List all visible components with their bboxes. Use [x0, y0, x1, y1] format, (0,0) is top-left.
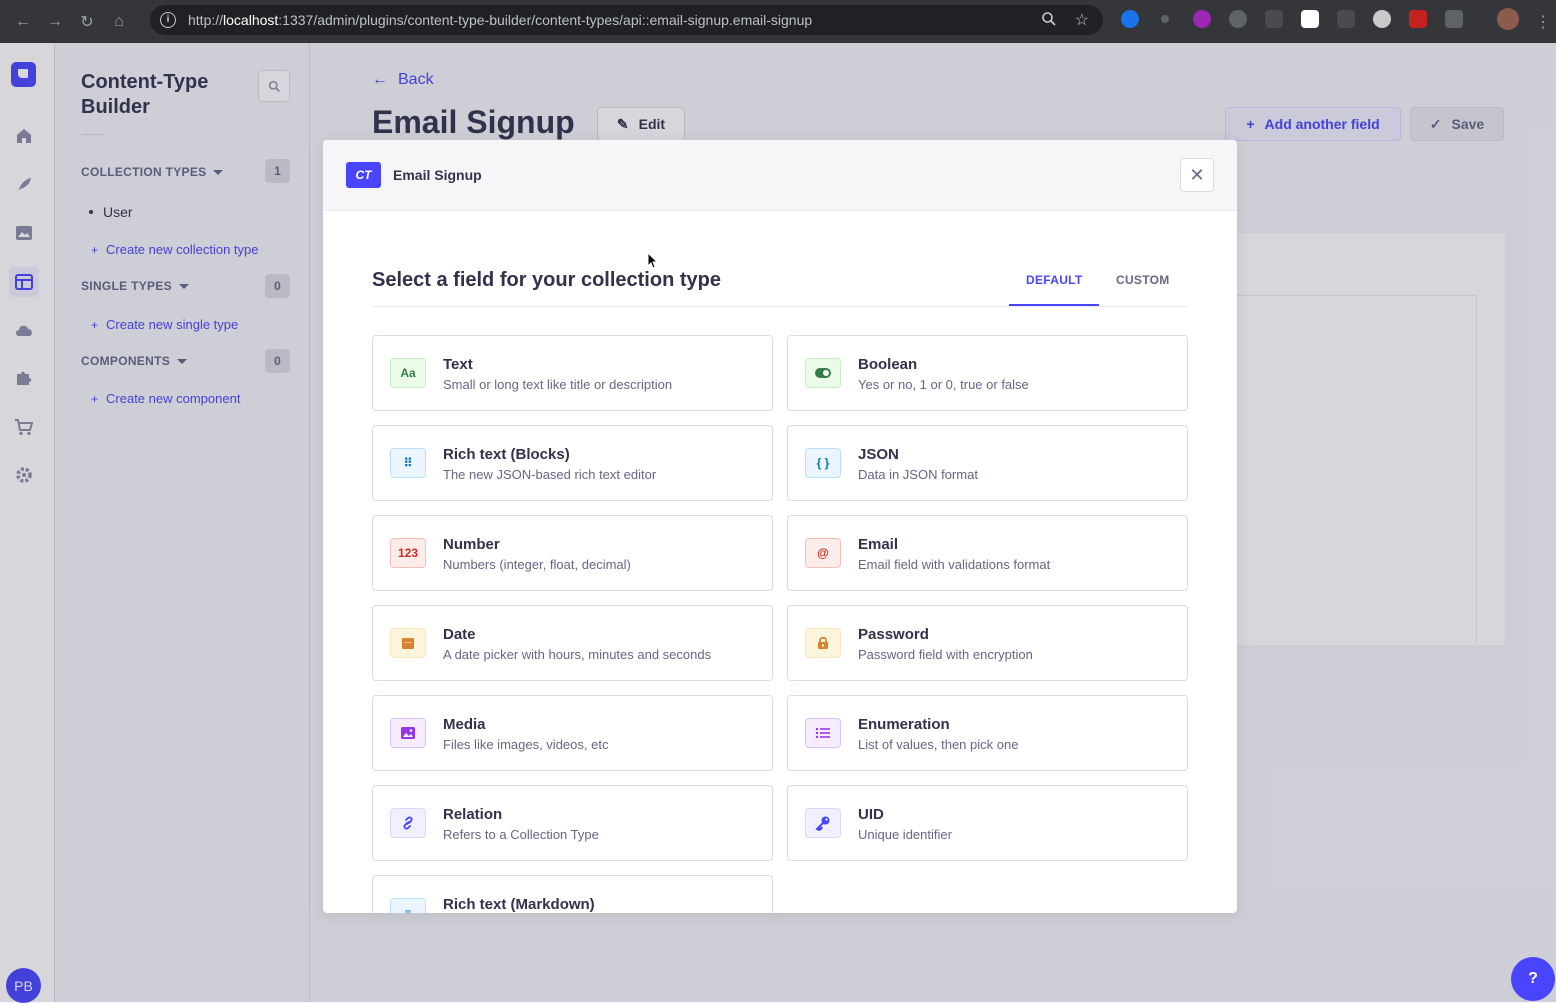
field-card-text[interactable]: Aa Text Small or long text like title or d… — [372, 335, 773, 411]
browser-toolbar: ← → ↻ ⌂ i http://localhost:1337/admin/pl… — [0, 0, 1556, 43]
field-card-title: Date — [443, 626, 476, 643]
at-icon: @ — [805, 538, 841, 568]
field-card-description: The new JSON-based rich text editor — [443, 467, 657, 482]
field-card-json[interactable]: { } JSON Data in JSON format — [787, 425, 1188, 501]
modal-content-type-name: Email Signup — [393, 167, 482, 183]
markdown-icon: ≡ — [390, 898, 426, 913]
blocks-icon: ⠿ — [390, 448, 426, 478]
field-card-description: List of values, then pick one — [858, 737, 1019, 752]
field-card-enumeration[interactable]: Enumeration List of values, then pick one — [787, 695, 1188, 771]
field-card-title: Number — [443, 536, 500, 553]
field-card-rich-text-markdown[interactable]: ≡ Rich text (Markdown) — [372, 875, 773, 913]
field-card-title: Relation — [443, 806, 503, 823]
profile-avatar[interactable] — [1497, 8, 1519, 30]
field-card-title: Password — [858, 626, 929, 643]
notion-icon[interactable] — [1301, 10, 1319, 28]
home-icon[interactable]: ⌂ — [106, 9, 132, 35]
number-icon: 123 — [390, 538, 426, 568]
reload-icon[interactable]: ↻ — [74, 9, 100, 35]
extension-icon[interactable] — [1121, 10, 1139, 28]
link-icon — [390, 808, 426, 838]
json-icon: { } — [805, 448, 841, 478]
bookmark-star-icon[interactable]: ☆ — [1075, 10, 1089, 30]
tab-default[interactable]: DEFAULT — [1026, 273, 1083, 287]
field-card-number[interactable]: 123 Number Numbers (integer, float, decima… — [372, 515, 773, 591]
field-card-date[interactable]: Date A date picker with hours, minutes an… — [372, 605, 773, 681]
extension-icon[interactable] — [1229, 10, 1247, 28]
extension-icon[interactable] — [1409, 10, 1427, 28]
field-card-title: JSON — [858, 446, 899, 463]
extension-icon[interactable] — [1161, 15, 1169, 23]
key-icon — [805, 808, 841, 838]
select-field-modal: CT Email Signup ✕ Select a field for you… — [323, 140, 1237, 913]
field-card-email[interactable]: @ Email Email field with validations forma… — [787, 515, 1188, 591]
field-card-title: UID — [858, 806, 884, 823]
tabs-divider — [372, 306, 1188, 307]
field-card-boolean[interactable]: Boolean Yes or no, 1 or 0, true or false — [787, 335, 1188, 411]
field-card-title: Rich text (Blocks) — [443, 446, 570, 463]
field-card-title: Boolean — [858, 356, 918, 373]
extension-icon[interactable] — [1265, 10, 1283, 28]
field-card-description: A date picker with hours, minutes and se… — [443, 647, 712, 662]
content-type-badge: CT — [346, 162, 381, 188]
site-info-icon[interactable]: i — [160, 12, 176, 28]
close-icon: ✕ — [1189, 164, 1205, 185]
field-card-title: Media — [443, 716, 486, 733]
back-arrow-icon[interactable]: ← — [10, 9, 36, 35]
extension-icon[interactable] — [1193, 10, 1211, 28]
help-button[interactable]: ? — [1511, 957, 1555, 1001]
field-card-description: Refers to a Collection Type — [443, 827, 599, 842]
field-card-description: Email field with validations format — [858, 557, 1051, 572]
field-card-rich-text-blocks[interactable]: ⠿ Rich text (Blocks) The new JSON-based ri… — [372, 425, 773, 501]
zoom-icon[interactable] — [1041, 11, 1057, 30]
field-card-description: Small or long text like title or descrip… — [443, 377, 673, 392]
modal-header: CT Email Signup ✕ — [323, 140, 1237, 211]
active-tab-indicator — [1009, 304, 1099, 306]
url-text[interactable]: http://localhost:1337/admin/plugins/cont… — [188, 12, 812, 28]
field-card-description: Password field with encryption — [858, 647, 1033, 662]
question-icon: ? — [1528, 970, 1538, 987]
field-card-password[interactable]: Password Password field with encryption — [787, 605, 1188, 681]
forward-arrow-icon[interactable]: → — [42, 9, 68, 35]
field-card-title: Rich text (Markdown) — [443, 896, 595, 913]
field-card-relation[interactable]: Relation Refers to a Collection Type — [372, 785, 773, 861]
field-card-description: Yes or no, 1 or 0, true or false — [858, 377, 1029, 392]
menu-icon[interactable]: ⋮ — [1530, 9, 1556, 35]
text-icon: Aa — [390, 358, 426, 388]
extension-icon[interactable] — [1337, 10, 1355, 28]
tab-custom[interactable]: CUSTOM — [1116, 273, 1170, 287]
field-card-description: Data in JSON format — [858, 467, 978, 482]
field-card-title: Email — [858, 536, 899, 553]
modal-title: Select a field for your collection type — [372, 269, 721, 291]
close-button[interactable]: ✕ — [1180, 158, 1214, 192]
image-icon — [390, 718, 426, 748]
field-card-title: Text — [443, 356, 473, 373]
list-icon — [805, 718, 841, 748]
field-card-media[interactable]: Media Files like images, videos, etc — [372, 695, 773, 771]
field-card-title: Enumeration — [858, 716, 950, 733]
puzzle-icon[interactable] — [1445, 10, 1463, 28]
calendar-icon — [390, 628, 426, 658]
lock-icon — [805, 628, 841, 658]
extension-icon[interactable] — [1373, 10, 1391, 28]
field-card-uid[interactable]: UID Unique identifier — [787, 785, 1188, 861]
field-card-description: Files like images, videos, etc — [443, 737, 609, 752]
toggle-icon — [805, 358, 841, 388]
field-card-description: Numbers (integer, float, decimal) — [443, 557, 631, 572]
address-bar[interactable]: i http://localhost:1337/admin/plugins/co… — [150, 5, 1103, 35]
field-card-description: Unique identifier — [858, 827, 952, 842]
